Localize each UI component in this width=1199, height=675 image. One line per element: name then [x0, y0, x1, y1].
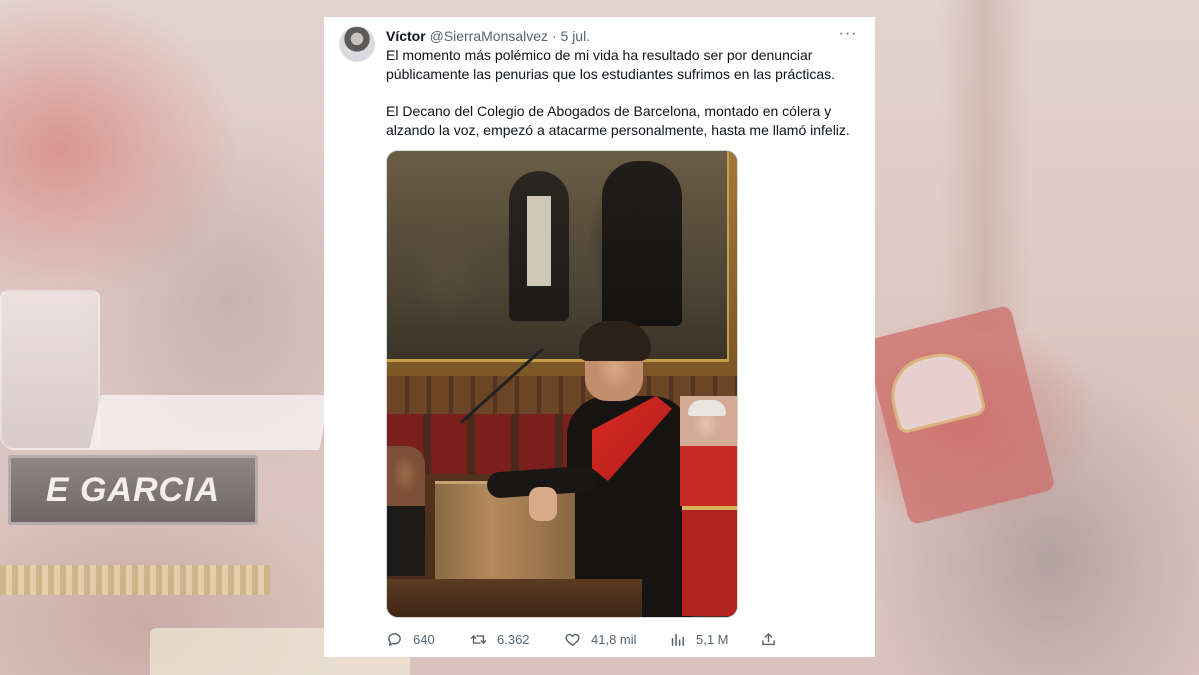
- retweet-button[interactable]: 6.362: [470, 629, 530, 649]
- tweet-card: Víctor @SierraMonsalvez · 5 jul. ··· El …: [324, 17, 875, 657]
- share-button[interactable]: [760, 629, 777, 649]
- tweet-header: Víctor @SierraMonsalvez · 5 jul.: [386, 27, 835, 45]
- background-paper: [89, 395, 331, 450]
- speaker-hand: [529, 487, 557, 521]
- views-count: 5,1 M: [696, 631, 729, 647]
- reply-count: 640: [413, 631, 435, 647]
- post-date[interactable]: 5 jul.: [561, 28, 591, 44]
- share-icon: [760, 631, 777, 648]
- like-button[interactable]: 41,8 mil: [564, 629, 637, 649]
- background-water-glass: [0, 290, 100, 450]
- speaker-hair: [579, 321, 651, 361]
- author-name[interactable]: Víctor: [386, 28, 426, 44]
- painting-figure: [602, 161, 682, 326]
- tweet-photo[interactable]: [386, 150, 738, 618]
- front-desk: [387, 579, 642, 617]
- author-avatar[interactable]: [339, 26, 375, 62]
- painting-figure: [509, 171, 569, 321]
- heart-icon: [564, 631, 581, 648]
- views-button[interactable]: 5,1 M: [669, 629, 729, 649]
- views-chart-icon: [669, 631, 686, 648]
- author-handle[interactable]: @SierraMonsalvez: [430, 28, 548, 44]
- background-nameplate: E GARCIA: [8, 455, 258, 525]
- header-separator: ·: [551, 28, 557, 44]
- background-gold-trim: [0, 565, 270, 595]
- tweet-paragraph: El momento más polémico de mi vida ha re…: [386, 47, 836, 82]
- more-dots-icon[interactable]: ···: [837, 26, 859, 44]
- red-table-cloth: [682, 506, 737, 616]
- retweet-count: 6.362: [497, 631, 530, 647]
- tweet-action-bar: 640 6.362 41,8 mil 5,1 M: [386, 629, 856, 649]
- tweet-paragraph: El Decano del Colegio de Abogados de Bar…: [386, 103, 850, 138]
- reply-icon: [386, 631, 403, 648]
- reply-button[interactable]: 640: [386, 629, 435, 649]
- painting: [387, 151, 727, 359]
- like-count: 41,8 mil: [591, 631, 637, 647]
- elderly-man: [680, 396, 737, 506]
- background-column: [940, 0, 1030, 330]
- tweet-text: El momento más polémico de mi vida ha re…: [386, 46, 856, 140]
- retweet-icon: [470, 631, 487, 648]
- nameplate-text: E GARCIA: [45, 470, 221, 509]
- listener: [387, 446, 425, 576]
